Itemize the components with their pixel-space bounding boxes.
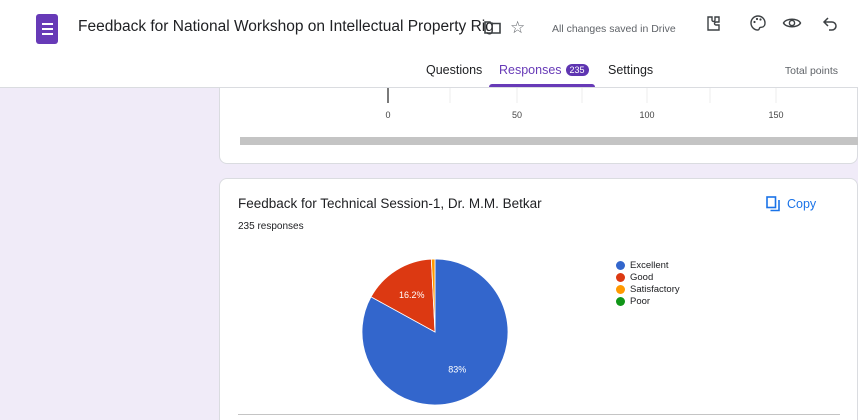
legend-swatch bbox=[616, 296, 625, 306]
legend-swatch bbox=[616, 272, 625, 282]
chart-legend: Excellent Good Satisfactory Poor bbox=[616, 259, 680, 307]
customize-theme-icon[interactable] bbox=[704, 14, 722, 32]
forms-app-icon[interactable] bbox=[36, 14, 58, 44]
axis-tick-label: 150 bbox=[768, 110, 784, 120]
tab-responses-label: Responses bbox=[499, 63, 562, 77]
saved-status: All changes saved in Drive bbox=[552, 23, 676, 35]
legend-label: Good bbox=[630, 271, 654, 283]
axis-tick-label: 100 bbox=[639, 110, 655, 120]
legend-label: Satisfactory bbox=[630, 283, 680, 295]
legend-label: Excellent bbox=[630, 259, 669, 271]
question-summary-card: Feedback for Technical Session-1, Dr. M.… bbox=[219, 178, 858, 420]
legend-label: Poor bbox=[630, 295, 651, 307]
top-bar: Feedback for National Workshop on Intell… bbox=[0, 0, 858, 88]
total-points-label: Total points bbox=[784, 65, 838, 77]
previous-chart-axis bbox=[387, 88, 777, 103]
axis-tick-label: 0 bbox=[385, 110, 391, 120]
undo-icon[interactable] bbox=[822, 14, 838, 32]
active-tab-indicator bbox=[489, 84, 595, 87]
form-title[interactable]: Feedback for National Workshop on Intell… bbox=[78, 18, 494, 36]
legend-swatch bbox=[616, 260, 625, 270]
tab-responses[interactable]: Responses 235 bbox=[499, 63, 589, 77]
preview-icon[interactable] bbox=[782, 14, 802, 32]
divider bbox=[238, 414, 840, 415]
palette-icon[interactable] bbox=[749, 14, 767, 32]
axis-tick-label: 50 bbox=[511, 110, 523, 120]
previous-chart-card: 0 50 100 150 bbox=[219, 88, 858, 164]
legend-item-good: Good bbox=[616, 271, 680, 283]
tab-bar: Questions Responses 235 Settings Total po… bbox=[0, 63, 858, 87]
responses-count-badge: 235 bbox=[565, 64, 589, 76]
star-icon[interactable]: ☆ bbox=[510, 18, 525, 38]
pie-slice-label: 16.2% bbox=[399, 290, 425, 300]
folder-icon[interactable] bbox=[484, 20, 501, 34]
horizontal-scrollbar[interactable] bbox=[240, 137, 858, 145]
pie-chart: 83% 16.2% bbox=[361, 258, 509, 406]
tab-questions[interactable]: Questions bbox=[426, 63, 482, 77]
tab-settings[interactable]: Settings bbox=[608, 63, 653, 77]
legend-swatch bbox=[616, 284, 625, 294]
legend-item-poor: Poor bbox=[616, 295, 680, 307]
pie-slice-label: 83% bbox=[448, 365, 466, 375]
legend-item-excellent: Excellent bbox=[616, 259, 680, 271]
legend-item-satisfactory: Satisfactory bbox=[616, 283, 680, 295]
